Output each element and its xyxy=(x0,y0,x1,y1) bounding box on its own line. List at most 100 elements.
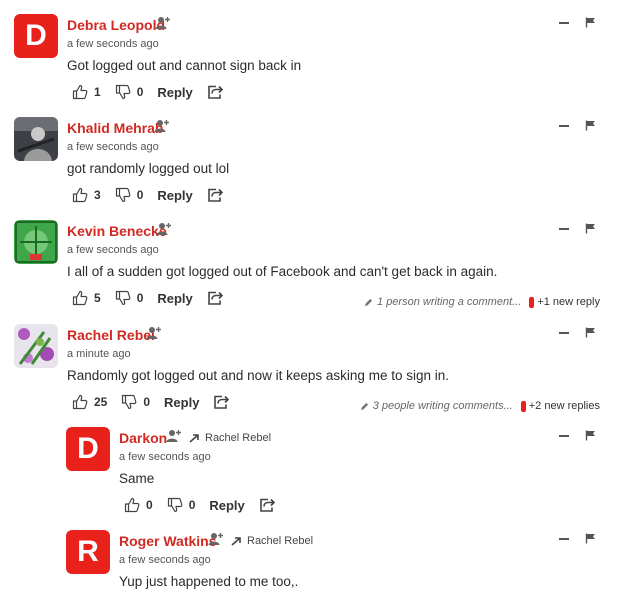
comment-actions: 0 0 Reply xyxy=(124,497,275,513)
comment-timestamp[interactable]: a minute ago xyxy=(67,348,131,360)
comment-text: got randomly logged out lol xyxy=(67,161,230,176)
thumbs-down-icon xyxy=(167,497,183,513)
minimize-icon[interactable] xyxy=(559,21,569,24)
reply-arrow-icon xyxy=(231,536,243,546)
reply-button[interactable]: Reply xyxy=(157,291,192,306)
dislike-count: 0 xyxy=(143,395,151,409)
comment-timestamp[interactable]: a few seconds ago xyxy=(119,451,211,463)
new-replies-link[interactable]: +1 new reply xyxy=(529,296,600,308)
dislike-count: 0 xyxy=(136,291,144,305)
reply-arrow-icon xyxy=(189,433,201,443)
dislike-button[interactable]: 0 xyxy=(115,84,144,100)
typing-text: 1 person writing a comment... xyxy=(377,296,522,308)
reply-to[interactable]: Rachel Rebel xyxy=(189,432,271,444)
thumbs-up-icon xyxy=(72,290,88,306)
thumbs-down-icon xyxy=(115,290,131,306)
author-name[interactable]: Khalid Mehrab xyxy=(67,120,163,136)
new-replies-text[interactable]: +2 new replies xyxy=(529,400,600,412)
dislike-button[interactable]: 0 xyxy=(115,290,144,306)
thumbs-down-icon xyxy=(115,84,131,100)
share-icon[interactable] xyxy=(213,394,229,410)
comment-timestamp[interactable]: a few seconds ago xyxy=(67,141,159,153)
share-icon[interactable] xyxy=(207,84,223,100)
flag-icon[interactable] xyxy=(585,327,596,338)
author-name[interactable]: Rachel Rebel xyxy=(67,327,155,343)
avatar[interactable]: R xyxy=(66,530,110,574)
reply-to[interactable]: Rachel Rebel xyxy=(231,535,313,547)
dislike-button[interactable]: 0 xyxy=(121,394,150,410)
comment-timestamp[interactable]: a few seconds ago xyxy=(119,554,211,566)
share-icon[interactable] xyxy=(207,290,223,306)
author-name[interactable]: Kevin Benecke xyxy=(67,223,167,239)
thumbs-up-icon xyxy=(72,84,88,100)
follow-user-icon[interactable] xyxy=(154,119,170,133)
like-count: 5 xyxy=(94,291,101,305)
thumbs-up-icon xyxy=(124,497,140,513)
reply-to-name[interactable]: Rachel Rebel xyxy=(205,432,271,444)
comment-controls xyxy=(559,327,596,338)
new-reply-marker xyxy=(520,400,526,412)
like-button[interactable]: 3 xyxy=(72,187,101,203)
avatar[interactable] xyxy=(14,220,58,264)
flag-icon[interactable] xyxy=(585,533,596,544)
author-name[interactable]: Debra Leopold xyxy=(67,17,165,33)
like-button[interactable]: 25 xyxy=(72,394,107,410)
minimize-icon[interactable] xyxy=(559,331,569,334)
comment-text: Yup just happened to me too,. xyxy=(119,574,299,589)
thumbs-down-icon xyxy=(121,394,137,410)
reply-button[interactable]: Reply xyxy=(164,395,199,410)
flag-icon[interactable] xyxy=(585,223,596,234)
flag-icon[interactable] xyxy=(585,17,596,28)
like-button[interactable]: 0 xyxy=(124,497,153,513)
like-count: 0 xyxy=(146,498,153,512)
dislike-count: 0 xyxy=(136,188,144,202)
reply-button[interactable]: Reply xyxy=(209,498,244,513)
follow-user-icon[interactable] xyxy=(208,532,224,546)
follow-user-icon[interactable] xyxy=(155,16,171,30)
follow-user-icon[interactable] xyxy=(166,429,182,443)
avatar[interactable]: D xyxy=(14,14,58,58)
comment-actions: 25 0 Reply xyxy=(72,394,229,410)
dislike-button[interactable]: 0 xyxy=(167,497,196,513)
share-icon[interactable] xyxy=(259,497,275,513)
dislike-count: 0 xyxy=(136,85,144,99)
avatar[interactable] xyxy=(14,324,58,368)
minimize-icon[interactable] xyxy=(559,124,569,127)
thumbs-up-icon xyxy=(72,187,88,203)
like-button[interactable]: 1 xyxy=(72,84,101,100)
author-name[interactable]: Darkon xyxy=(119,430,167,446)
new-replies-text[interactable]: +1 new reply xyxy=(537,296,600,308)
comment-actions: 1 0 Reply xyxy=(72,84,223,100)
comment-controls xyxy=(559,533,596,544)
reply-button[interactable]: Reply xyxy=(157,85,192,100)
minimize-icon[interactable] xyxy=(559,434,569,437)
minimize-icon[interactable] xyxy=(559,227,569,230)
comment-timestamp[interactable]: a few seconds ago xyxy=(67,38,159,50)
comment-timestamp[interactable]: a few seconds ago xyxy=(67,244,159,256)
reply-button[interactable]: Reply xyxy=(157,188,192,203)
flag-icon[interactable] xyxy=(585,430,596,441)
follow-user-icon[interactable] xyxy=(156,222,172,236)
pencil-icon xyxy=(364,298,373,307)
new-replies-link[interactable]: +2 new replies xyxy=(520,400,600,412)
avatar[interactable] xyxy=(14,117,58,161)
like-button[interactable]: 5 xyxy=(72,290,101,306)
avatar-photo xyxy=(14,117,58,161)
typing-indicator: 1 person writing a comment... +1 new rep… xyxy=(364,296,600,308)
dislike-count: 0 xyxy=(188,498,196,512)
typing-text: 3 people writing comments... xyxy=(372,400,513,412)
like-count: 1 xyxy=(94,85,101,99)
share-icon[interactable] xyxy=(207,187,223,203)
follow-user-icon[interactable] xyxy=(146,326,162,340)
comment-text: Same xyxy=(119,471,155,486)
reply-to-name[interactable]: Rachel Rebel xyxy=(247,535,313,547)
flag-icon[interactable] xyxy=(585,120,596,131)
comment-text: I all of a sudden got logged out of Face… xyxy=(67,264,498,279)
author-name[interactable]: Roger Watkins xyxy=(119,533,217,549)
comment-text: Got logged out and cannot sign back in xyxy=(67,58,302,73)
avatar[interactable]: D xyxy=(66,427,110,471)
avatar-photo xyxy=(14,324,58,368)
dislike-button[interactable]: 0 xyxy=(115,187,144,203)
minimize-icon[interactable] xyxy=(559,537,569,540)
comment-controls xyxy=(559,17,596,28)
